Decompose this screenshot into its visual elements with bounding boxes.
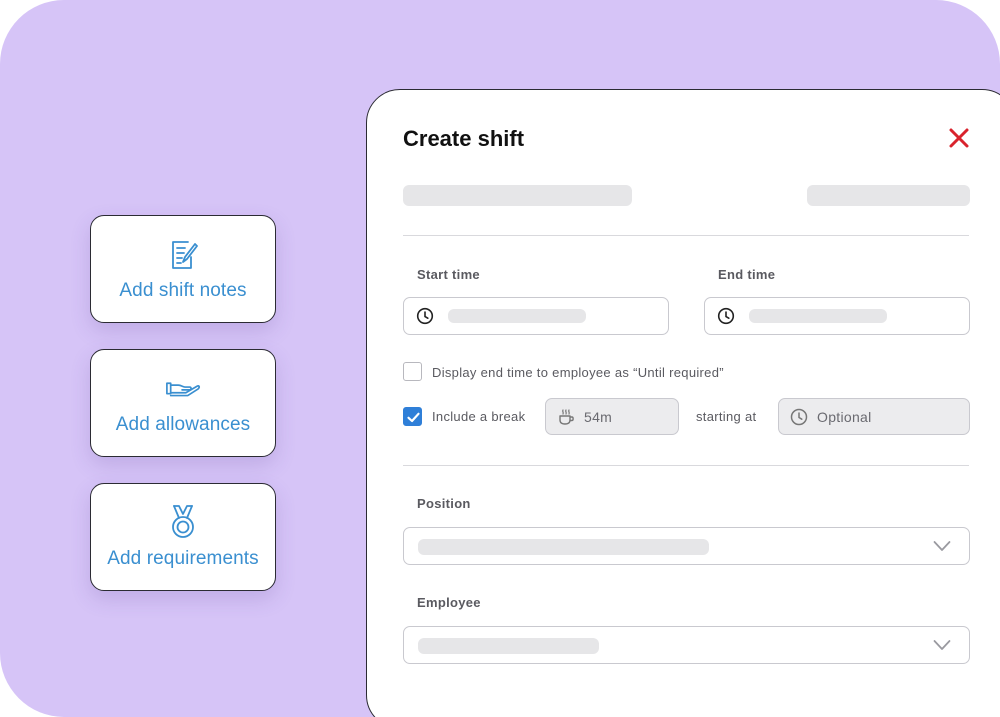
medal-icon xyxy=(165,504,201,540)
add-shift-notes-label: Add shift notes xyxy=(119,280,247,301)
placeholder-bar-right xyxy=(807,185,970,206)
break-duration-value: 54m xyxy=(584,409,613,425)
clock-icon xyxy=(717,307,735,325)
break-start-input[interactable]: Optional xyxy=(778,398,970,435)
hand-give-icon xyxy=(165,370,201,406)
end-time-value-placeholder xyxy=(749,309,887,323)
start-time-value-placeholder xyxy=(448,309,586,323)
display-end-time-checkbox[interactable] xyxy=(403,362,422,381)
add-shift-notes-button[interactable]: Add shift notes xyxy=(90,215,276,323)
chevron-down-icon xyxy=(933,541,951,551)
end-time-label: End time xyxy=(718,267,776,282)
starting-at-label: starting at xyxy=(696,409,757,424)
position-select[interactable] xyxy=(403,527,970,565)
divider-top xyxy=(403,235,969,236)
divider-middle xyxy=(403,465,969,466)
create-shift-modal: Create shift Start time End time Display… xyxy=(366,89,1000,717)
start-time-input[interactable] xyxy=(403,297,669,335)
display-end-time-label: Display end time to employee as “Until r… xyxy=(432,365,724,380)
clock-icon xyxy=(416,307,434,325)
add-requirements-label: Add requirements xyxy=(107,548,259,569)
add-requirements-button[interactable]: Add requirements xyxy=(90,483,276,591)
close-button[interactable] xyxy=(947,126,971,150)
start-time-label: Start time xyxy=(417,267,480,282)
include-break-checkbox[interactable] xyxy=(403,407,422,426)
placeholder-bar-left xyxy=(403,185,632,206)
employee-label: Employee xyxy=(417,595,481,610)
coffee-cup-icon xyxy=(559,409,574,425)
close-icon xyxy=(949,128,969,148)
add-allowances-button[interactable]: Add allowances xyxy=(90,349,276,457)
end-time-input[interactable] xyxy=(704,297,970,335)
modal-title: Create shift xyxy=(403,126,525,151)
chevron-down-icon xyxy=(933,640,951,650)
clock-icon xyxy=(790,408,808,426)
document-edit-icon xyxy=(165,236,201,272)
break-start-placeholder: Optional xyxy=(817,409,872,425)
break-duration-input[interactable]: 54m xyxy=(545,398,679,435)
checkmark-icon xyxy=(407,412,420,423)
include-break-label: Include a break xyxy=(432,409,526,424)
add-allowances-label: Add allowances xyxy=(115,414,251,435)
position-value-placeholder xyxy=(418,539,709,555)
employee-value-placeholder xyxy=(418,638,599,654)
position-label: Position xyxy=(417,496,471,511)
employee-select[interactable] xyxy=(403,626,970,664)
